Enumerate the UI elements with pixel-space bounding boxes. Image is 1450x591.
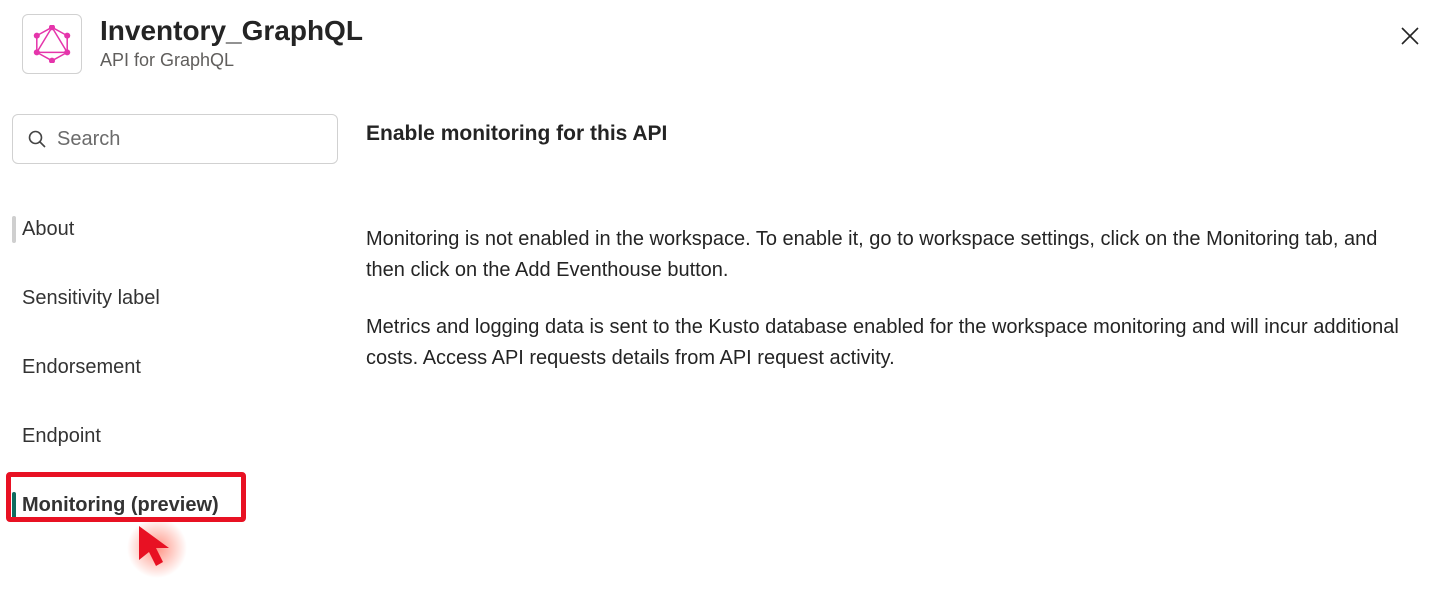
- close-button[interactable]: [1392, 18, 1428, 54]
- sidebar-item-sensitivity-label[interactable]: Sensitivity label: [12, 279, 338, 318]
- content-panel: Enable monitoring for this API Monitorin…: [338, 114, 1428, 555]
- sidebar-item-label: About: [22, 218, 74, 240]
- close-icon: [1400, 26, 1420, 46]
- sidebar-item-label: Sensitivity label: [22, 287, 160, 309]
- page-title: Inventory_GraphQL: [100, 14, 1392, 48]
- graphql-icon: [22, 14, 82, 74]
- sidebar-item-endorsement[interactable]: Endorsement: [12, 348, 338, 387]
- content-paragraph-2: Metrics and logging data is sent to the …: [366, 312, 1416, 374]
- settings-sidebar: About Sensitivity label Endorsement Endp…: [12, 114, 338, 555]
- sidebar-item-label: Endpoint: [22, 425, 101, 447]
- search-box[interactable]: [12, 114, 338, 164]
- sidebar-item-monitoring[interactable]: Monitoring (preview): [12, 486, 338, 525]
- sidebar-item-endpoint[interactable]: Endpoint: [12, 417, 338, 456]
- sidebar-item-about[interactable]: About: [12, 210, 338, 249]
- search-icon: [27, 129, 47, 149]
- sidebar-item-label: Monitoring (preview): [22, 494, 219, 516]
- sidebar-item-label: Endorsement: [22, 356, 141, 378]
- search-input[interactable]: [57, 128, 323, 151]
- dialog-header: Inventory_GraphQL API for GraphQL: [0, 0, 1450, 84]
- content-paragraph-1: Monitoring is not enabled in the workspa…: [366, 224, 1416, 286]
- content-heading: Enable monitoring for this API: [366, 122, 1428, 146]
- page-subtitle: API for GraphQL: [100, 50, 1392, 71]
